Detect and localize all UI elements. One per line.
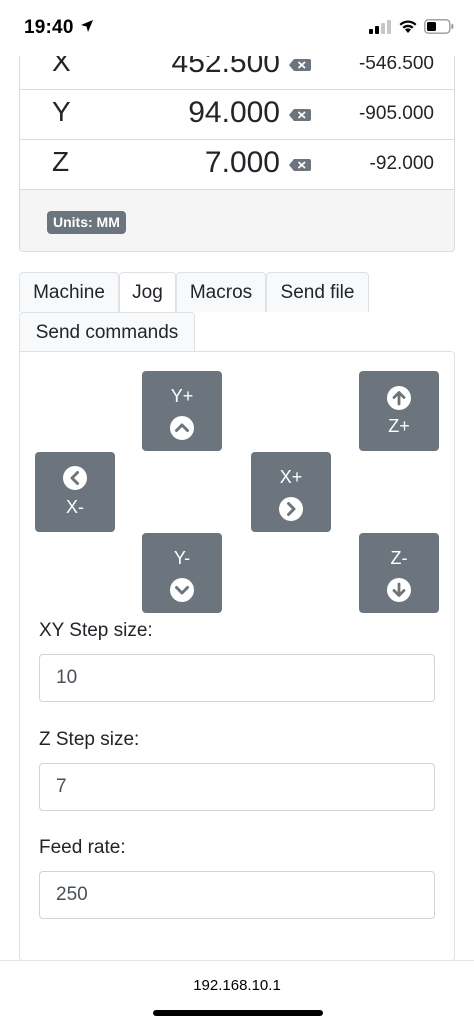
feed-rate-label: Feed rate: bbox=[39, 837, 126, 858]
tab-macros[interactable]: Macros bbox=[176, 272, 266, 312]
tab-jog[interactable]: Jog bbox=[119, 272, 176, 312]
clear-x-icon[interactable] bbox=[288, 58, 312, 72]
location-arrow-icon bbox=[81, 20, 93, 32]
tab-send-file[interactable]: Send file bbox=[266, 272, 369, 312]
status-time: 19:40 bbox=[24, 17, 74, 38]
chevron-right-icon bbox=[279, 497, 303, 521]
position-card: X 452.500 -546.500 Y 94.000 -905.000 Z 7… bbox=[19, 40, 455, 252]
cellular-signal-icon bbox=[369, 20, 391, 34]
battery-icon bbox=[424, 19, 454, 34]
tab-send-commands[interactable]: Send commands bbox=[19, 312, 195, 352]
jog-x-minus-button[interactable]: X- bbox=[35, 452, 115, 532]
clear-z-icon[interactable] bbox=[288, 158, 312, 172]
jog-y-plus-label: Y+ bbox=[170, 386, 194, 406]
machine-position-value: -92.000 bbox=[369, 153, 434, 174]
work-position-value: 7.000 bbox=[204, 146, 280, 179]
z-step-size-label: Z Step size: bbox=[39, 729, 140, 750]
chevron-down-icon bbox=[170, 578, 194, 602]
wifi-icon bbox=[399, 20, 417, 33]
xy-step-size-label: XY Step size: bbox=[39, 620, 153, 641]
z-step-size-input[interactable]: 7 bbox=[39, 763, 435, 811]
chevron-up-icon bbox=[170, 416, 194, 440]
jog-y-plus-button[interactable]: Y+ bbox=[142, 371, 222, 451]
home-indicator[interactable] bbox=[153, 1010, 323, 1016]
xy-step-size-input[interactable]: 10 bbox=[39, 654, 435, 702]
machine-position-value: -905.000 bbox=[358, 103, 434, 124]
url-text[interactable]: 192.168.10.1 bbox=[0, 977, 474, 994]
jog-z-minus-button[interactable]: Z- bbox=[359, 533, 439, 613]
jog-z-plus-label: Z+ bbox=[388, 416, 410, 436]
jog-x-plus-label: X+ bbox=[279, 467, 303, 487]
axis-row-y: Y 94.000 -905.000 bbox=[20, 90, 454, 140]
jog-z-plus-button[interactable]: Z+ bbox=[359, 371, 439, 451]
jog-y-minus-label: Y- bbox=[173, 548, 191, 568]
feed-rate-input[interactable]: 250 bbox=[39, 871, 435, 919]
jog-x-minus-label: X- bbox=[66, 497, 84, 517]
work-position-value: 94.000 bbox=[188, 96, 280, 129]
arrow-up-icon bbox=[387, 386, 411, 410]
axis-row-z: Z 7.000 -92.000 bbox=[20, 140, 454, 190]
chevron-left-icon bbox=[63, 466, 87, 490]
jog-x-plus-button[interactable]: X+ bbox=[251, 452, 331, 532]
axis-label: Y bbox=[52, 96, 71, 127]
axis-label: Z bbox=[52, 146, 70, 177]
arrow-down-icon bbox=[387, 578, 411, 602]
browser-url-bar[interactable]: 192.168.10.1 bbox=[0, 960, 474, 1026]
clear-y-icon[interactable] bbox=[288, 108, 312, 122]
machine-position-value: -546.500 bbox=[358, 53, 434, 74]
units-badge: Units: MM bbox=[47, 211, 126, 234]
jog-z-minus-label: Z- bbox=[390, 548, 408, 568]
card-footer: Units: MM bbox=[20, 190, 454, 251]
tab-machine[interactable]: Machine bbox=[19, 272, 119, 312]
jog-y-minus-button[interactable]: Y- bbox=[142, 533, 222, 613]
status-bar: 19:40 bbox=[0, 0, 474, 56]
